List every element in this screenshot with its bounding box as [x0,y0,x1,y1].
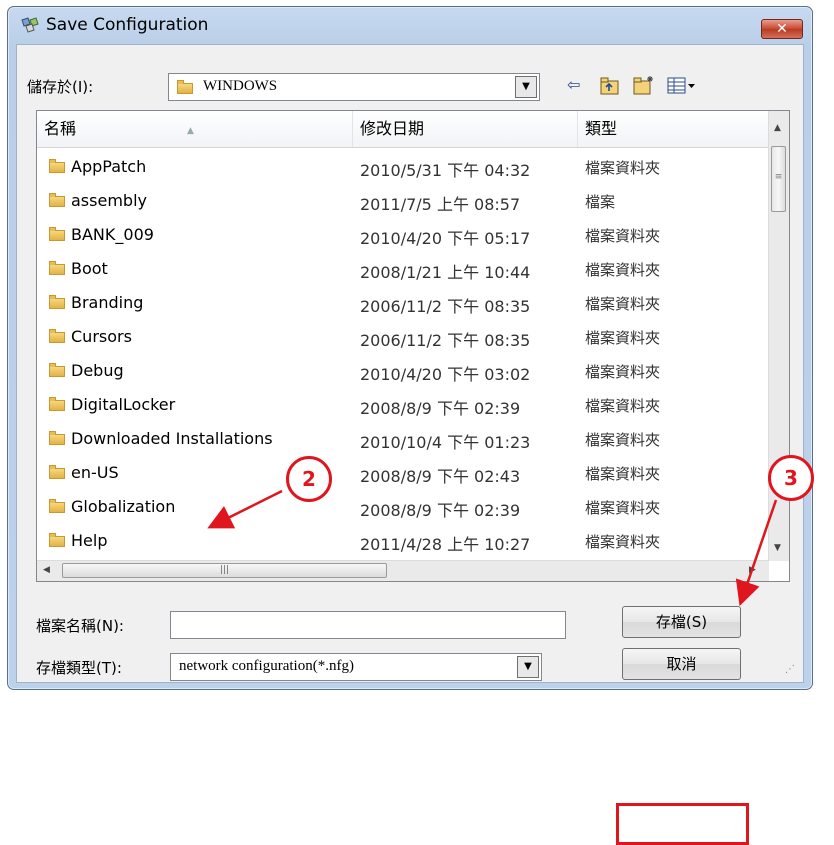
arrow-to-save [735,499,778,607]
save-button-highlight [616,803,749,845]
annotation-arrows [207,489,778,607]
arrow-to-filename [207,489,283,529]
